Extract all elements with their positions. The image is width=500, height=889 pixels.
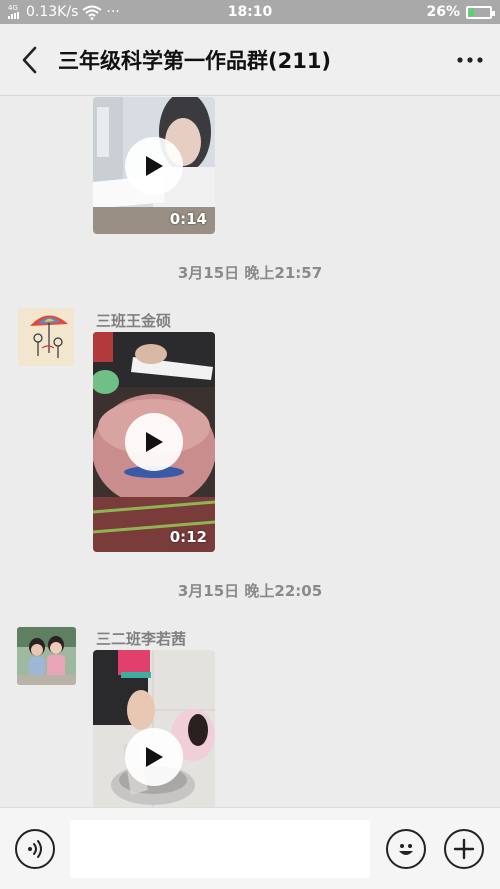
chat-header: 三年级科学第一作品群(211) [0,24,500,96]
video-duration: 0:12 [169,528,207,546]
play-button[interactable] [125,413,183,471]
play-icon [146,747,163,767]
plus-icon [453,838,475,860]
video-message[interactable]: 0:12 [93,332,215,552]
battery-percent: 26% [426,4,460,20]
input-bar [0,807,500,889]
battery-icon [466,5,495,19]
avatar-image [18,308,74,366]
back-button[interactable] [0,24,58,96]
play-icon [146,432,163,452]
status-right: 26% [302,4,495,20]
video-message[interactable]: 0:14 [93,97,215,234]
video-duration: 0:14 [169,210,207,228]
avatar-image [17,627,76,685]
message-timestamp: 3月15日 晚上22:05 [177,582,323,600]
play-button[interactable] [125,136,183,195]
message-input[interactable] [70,820,370,878]
voice-button[interactable] [15,829,55,869]
voice-icon [28,840,42,858]
wifi-icon [82,5,102,20]
add-button[interactable] [444,829,484,869]
play-icon [146,155,163,176]
play-button[interactable] [125,728,183,786]
emoji-icon [399,844,413,855]
sender-name: 三班王金硕 [96,312,172,330]
clock: 18:10 [227,4,273,20]
chevron-left-icon [22,46,37,73]
status-more: ··· [106,4,120,20]
battery-fill [469,8,475,16]
more-options-button[interactable] [440,24,500,96]
avatar[interactable] [17,627,76,685]
network-type: 4G [8,4,18,12]
more-dots-icon [457,56,483,63]
status-left: 4G 0.13K/s ··· [8,4,198,20]
chat-area[interactable]: 0:14 3月15日 晚上21:57 三班王金硕 0:12 3月15日 晚上22… [0,97,500,807]
signal-icon [8,12,19,19]
message-timestamp: 3月15日 晚上21:57 [177,264,323,282]
status-bar: 4G 0.13K/s ··· 18:10 26% [0,0,500,24]
network-indicator: 4G [8,5,20,19]
network-speed: 0.13K/s [26,4,79,20]
page-title: 三年级科学第一作品群(211) [58,48,332,73]
avatar[interactable] [18,308,74,366]
sender-name: 三二班李若茜 [96,630,187,648]
video-message[interactable] [93,650,215,807]
emoji-button[interactable] [386,829,426,869]
